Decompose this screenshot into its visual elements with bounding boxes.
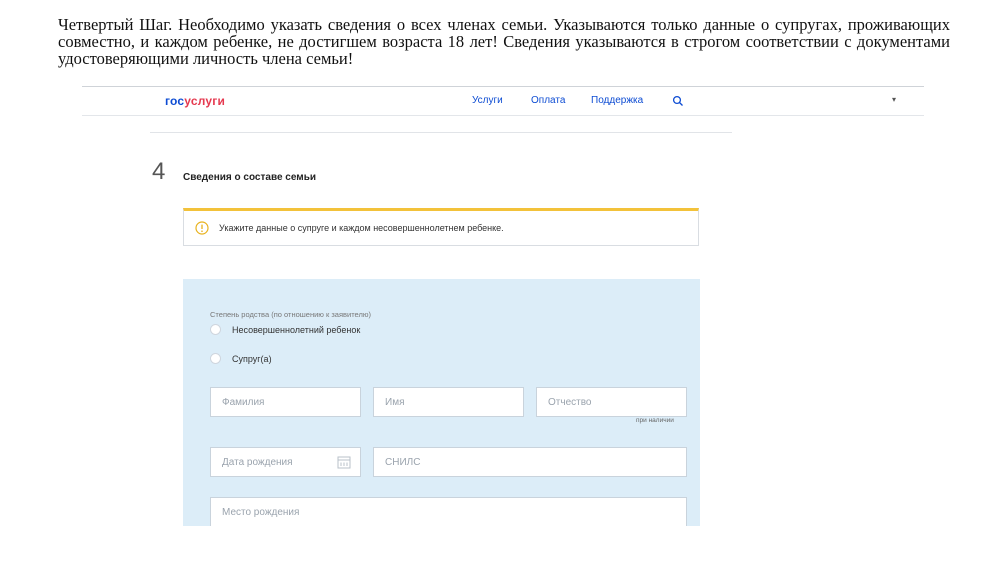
instruction-text: Четвертый Шаг. Необходимо указать сведен… <box>58 15 950 68</box>
radio-minor-child[interactable]: Несовершеннолетний ребенок <box>210 324 360 335</box>
logo-part-uslugi: услуги <box>184 94 226 108</box>
gosuslugi-screenshot: госуслуги Услуги Оплата Поддержка ▾ 4 Св… <box>82 86 924 526</box>
section-divider <box>150 132 732 133</box>
radio-button[interactable] <box>210 324 221 335</box>
snils-field[interactable] <box>373 447 687 477</box>
search-icon[interactable] <box>672 95 684 107</box>
radio-button[interactable] <box>210 353 221 364</box>
radio-label-spouse: Супруг(а) <box>232 353 272 364</box>
notice-text: Укажите данные о супруге и каждом несове… <box>219 223 504 233</box>
site-header: госуслуги Услуги Оплата Поддержка ▾ <box>82 87 924 116</box>
nav-support[interactable]: Поддержка <box>591 95 643 106</box>
radio-spouse[interactable]: Супруг(а) <box>210 353 272 364</box>
nav-payment[interactable]: Оплата <box>531 95 565 106</box>
logo-part-gos: гос <box>165 94 185 108</box>
first-name-field[interactable] <box>373 387 524 417</box>
user-menu-chevron-icon[interactable]: ▾ <box>892 95 896 104</box>
notice-box: Укажите данные о супруге и каждом несове… <box>183 208 699 246</box>
middle-name-field[interactable] <box>536 387 687 417</box>
radio-label-minor-child: Несовершеннолетний ребенок <box>232 324 361 335</box>
gosuslugi-logo[interactable]: госуслуги <box>165 94 225 108</box>
warning-icon <box>195 221 209 235</box>
step-number: 4 <box>152 158 166 185</box>
last-name-field[interactable] <box>210 387 361 417</box>
step-title: Сведения о составе семьи <box>183 172 316 183</box>
relation-label: Степень родства (по отношению к заявител… <box>210 310 371 319</box>
nav-services[interactable]: Услуги <box>472 95 503 106</box>
family-member-form: Степень родства (по отношению к заявител… <box>183 279 700 526</box>
calendar-icon[interactable] <box>337 455 351 469</box>
middle-name-hint: при наличии <box>636 417 674 424</box>
birth-place-field[interactable] <box>210 497 687 526</box>
